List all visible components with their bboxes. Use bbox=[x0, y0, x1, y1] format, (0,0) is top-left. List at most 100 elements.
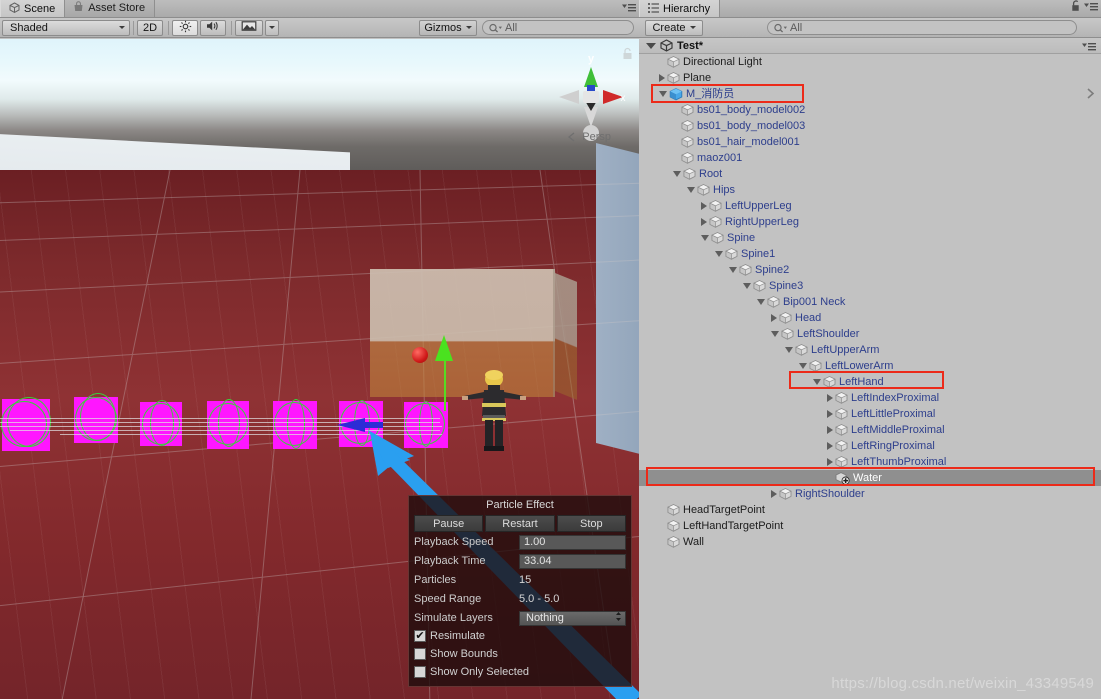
hierarchy-search-input[interactable]: All bbox=[767, 20, 1077, 35]
hierarchy-row[interactable]: Water bbox=[639, 470, 1101, 486]
hierarchy-row[interactable]: LeftLittleProximal bbox=[639, 406, 1101, 422]
fold-triangle-open[interactable] bbox=[729, 267, 737, 273]
prefab-open-chevron-icon[interactable] bbox=[1085, 87, 1095, 103]
hierarchy-row[interactable]: Root bbox=[639, 166, 1101, 182]
fold-triangle-closed[interactable] bbox=[827, 394, 833, 402]
fold-triangle-open[interactable] bbox=[659, 91, 667, 97]
hierarchy-row[interactable]: M_消防员 bbox=[639, 86, 1101, 102]
hierarchy-row[interactable]: LeftShoulder bbox=[639, 326, 1101, 342]
hierarchy-row[interactable]: LeftThumbProximal bbox=[639, 454, 1101, 470]
show-bounds-checkbox[interactable] bbox=[414, 648, 426, 660]
hierarchy-row[interactable]: LeftUpperArm bbox=[639, 342, 1101, 358]
hierarchy-row[interactable]: bs01_hair_model001 bbox=[639, 134, 1101, 150]
fold-triangle-closed[interactable] bbox=[701, 202, 707, 210]
show-bounds-row[interactable]: Show Bounds bbox=[409, 645, 631, 663]
hierarchy-row[interactable]: LeftRingProximal bbox=[639, 438, 1101, 454]
hierarchy-row[interactable]: bs01_body_model002 bbox=[639, 102, 1101, 118]
chevron-down-icon bbox=[119, 26, 125, 29]
hierarchy-row[interactable]: Spine3 bbox=[639, 278, 1101, 294]
move-gizmo-y-head[interactable] bbox=[435, 335, 453, 361]
fold-triangle-open[interactable] bbox=[785, 347, 793, 353]
fold-triangle-open[interactable] bbox=[813, 379, 821, 385]
hierarchy-row[interactable]: maoz001 bbox=[639, 150, 1101, 166]
pause-button[interactable]: Pause bbox=[414, 515, 484, 532]
playback-time-input[interactable]: 33.04 bbox=[519, 553, 626, 569]
fold-triangle-open[interactable] bbox=[701, 235, 709, 241]
toggle-2d-button[interactable]: 2D bbox=[137, 19, 163, 36]
fold-triangle-closed[interactable] bbox=[827, 426, 833, 434]
hierarchy-tree[interactable]: Directional Light Plane M_消防员 bs01_body_mod… bbox=[639, 54, 1101, 699]
hierarchy-row[interactable]: LeftHandTargetPoint bbox=[639, 518, 1101, 534]
resimulate-checkbox[interactable]: ✔ bbox=[414, 630, 426, 642]
create-dropdown[interactable]: Create bbox=[645, 19, 703, 36]
hierarchy-row[interactable]: Spine1 bbox=[639, 246, 1101, 262]
viewport-lock-icon[interactable] bbox=[622, 47, 633, 63]
fold-triangle-open[interactable] bbox=[799, 363, 807, 369]
particle-emitter-handle[interactable] bbox=[412, 347, 428, 363]
fold-triangle-closed[interactable] bbox=[701, 218, 707, 226]
fold-triangle-closed[interactable] bbox=[659, 74, 665, 82]
hierarchy-row[interactable]: Head bbox=[639, 310, 1101, 326]
fold-triangle-closed[interactable] bbox=[771, 314, 777, 322]
draw-mode-dropdown[interactable]: Shaded bbox=[2, 19, 130, 36]
scene-root-row[interactable]: Test* bbox=[639, 38, 1101, 54]
scene-search-input[interactable]: All bbox=[482, 20, 634, 35]
gameobject-icon bbox=[753, 280, 766, 292]
scene-menu-icon[interactable] bbox=[1082, 41, 1096, 54]
tab-asset-store[interactable]: Asset Store bbox=[65, 0, 156, 17]
fold-triangle-open[interactable] bbox=[771, 331, 779, 337]
effects-toggle-button[interactable] bbox=[235, 19, 263, 36]
hierarchy-row[interactable]: LeftUpperLeg bbox=[639, 198, 1101, 214]
hierarchy-row[interactable]: Spine2 bbox=[639, 262, 1101, 278]
hierarchy-row[interactable]: bs01_body_model003 bbox=[639, 118, 1101, 134]
fold-triangle-closed[interactable] bbox=[771, 490, 777, 498]
fold-triangle-open[interactable] bbox=[673, 171, 681, 177]
hierarchy-row[interactable]: LeftIndexProximal bbox=[639, 390, 1101, 406]
gameobject-icon bbox=[681, 104, 694, 116]
hierarchy-row[interactable]: Wall bbox=[639, 534, 1101, 550]
hierarchy-row[interactable]: RightUpperLeg bbox=[639, 214, 1101, 230]
hierarchy-row[interactable]: RightShoulder bbox=[639, 486, 1101, 502]
simulate-layers-dropdown[interactable]: Nothing bbox=[519, 610, 626, 626]
hierarchy-row-label: LeftThumbProximal bbox=[851, 456, 947, 468]
fold-triangle-open[interactable] bbox=[757, 299, 765, 305]
hierarchy-row[interactable]: Bip001 Neck bbox=[639, 294, 1101, 310]
hierarchy-row[interactable]: Directional Light bbox=[639, 54, 1101, 70]
playback-speed-input[interactable]: 1.00 bbox=[519, 534, 626, 550]
lighting-toggle-button[interactable] bbox=[172, 19, 198, 36]
gameobject-icon bbox=[681, 152, 694, 164]
hierarchy-row[interactable]: LeftMiddleProximal bbox=[639, 422, 1101, 438]
gameobject-icon bbox=[667, 520, 680, 532]
hierarchy-row[interactable]: LeftHand bbox=[639, 374, 1101, 390]
fold-triangle-closed[interactable] bbox=[827, 442, 833, 450]
hierarchy-row[interactable]: Plane bbox=[639, 70, 1101, 86]
move-gizmo-x-axis[interactable] bbox=[337, 414, 389, 440]
gizmos-dropdown[interactable]: Gizmos bbox=[419, 19, 477, 36]
hierarchy-row[interactable]: Spine bbox=[639, 230, 1101, 246]
fold-triangle-closed[interactable] bbox=[827, 410, 833, 418]
restart-button[interactable]: Restart bbox=[485, 515, 555, 532]
show-only-selected-row[interactable]: Show Only Selected bbox=[409, 663, 631, 681]
stop-button[interactable]: Stop bbox=[556, 515, 626, 532]
fold-triangle-open[interactable] bbox=[715, 251, 723, 257]
hierarchy-row[interactable]: LeftLowerArm bbox=[639, 358, 1101, 374]
audio-toggle-button[interactable] bbox=[200, 19, 226, 36]
show-only-selected-checkbox[interactable] bbox=[414, 666, 426, 678]
hierarchy-row[interactable]: HeadTargetPoint bbox=[639, 502, 1101, 518]
tab-hierarchy[interactable]: Hierarchy bbox=[639, 0, 721, 17]
panel-menu-icon[interactable] bbox=[622, 2, 636, 15]
hierarchy-row-label: Directional Light bbox=[683, 56, 762, 68]
resimulate-row[interactable]: ✔ Resimulate bbox=[409, 627, 631, 645]
tab-scene[interactable]: Scene bbox=[0, 0, 66, 17]
scene-fold-triangle[interactable] bbox=[646, 42, 656, 49]
gameobject-icon bbox=[835, 392, 848, 404]
fold-triangle-open[interactable] bbox=[743, 283, 751, 289]
fold-triangle-open[interactable] bbox=[687, 187, 695, 193]
fold-triangle-closed[interactable] bbox=[827, 458, 833, 466]
effects-dropdown-button[interactable] bbox=[265, 19, 279, 36]
hierarchy-row[interactable]: Hips bbox=[639, 182, 1101, 198]
panel-menu-icon[interactable] bbox=[1084, 1, 1098, 14]
hierarchy-row-label: HeadTargetPoint bbox=[683, 504, 765, 516]
lock-icon[interactable] bbox=[1071, 0, 1081, 15]
